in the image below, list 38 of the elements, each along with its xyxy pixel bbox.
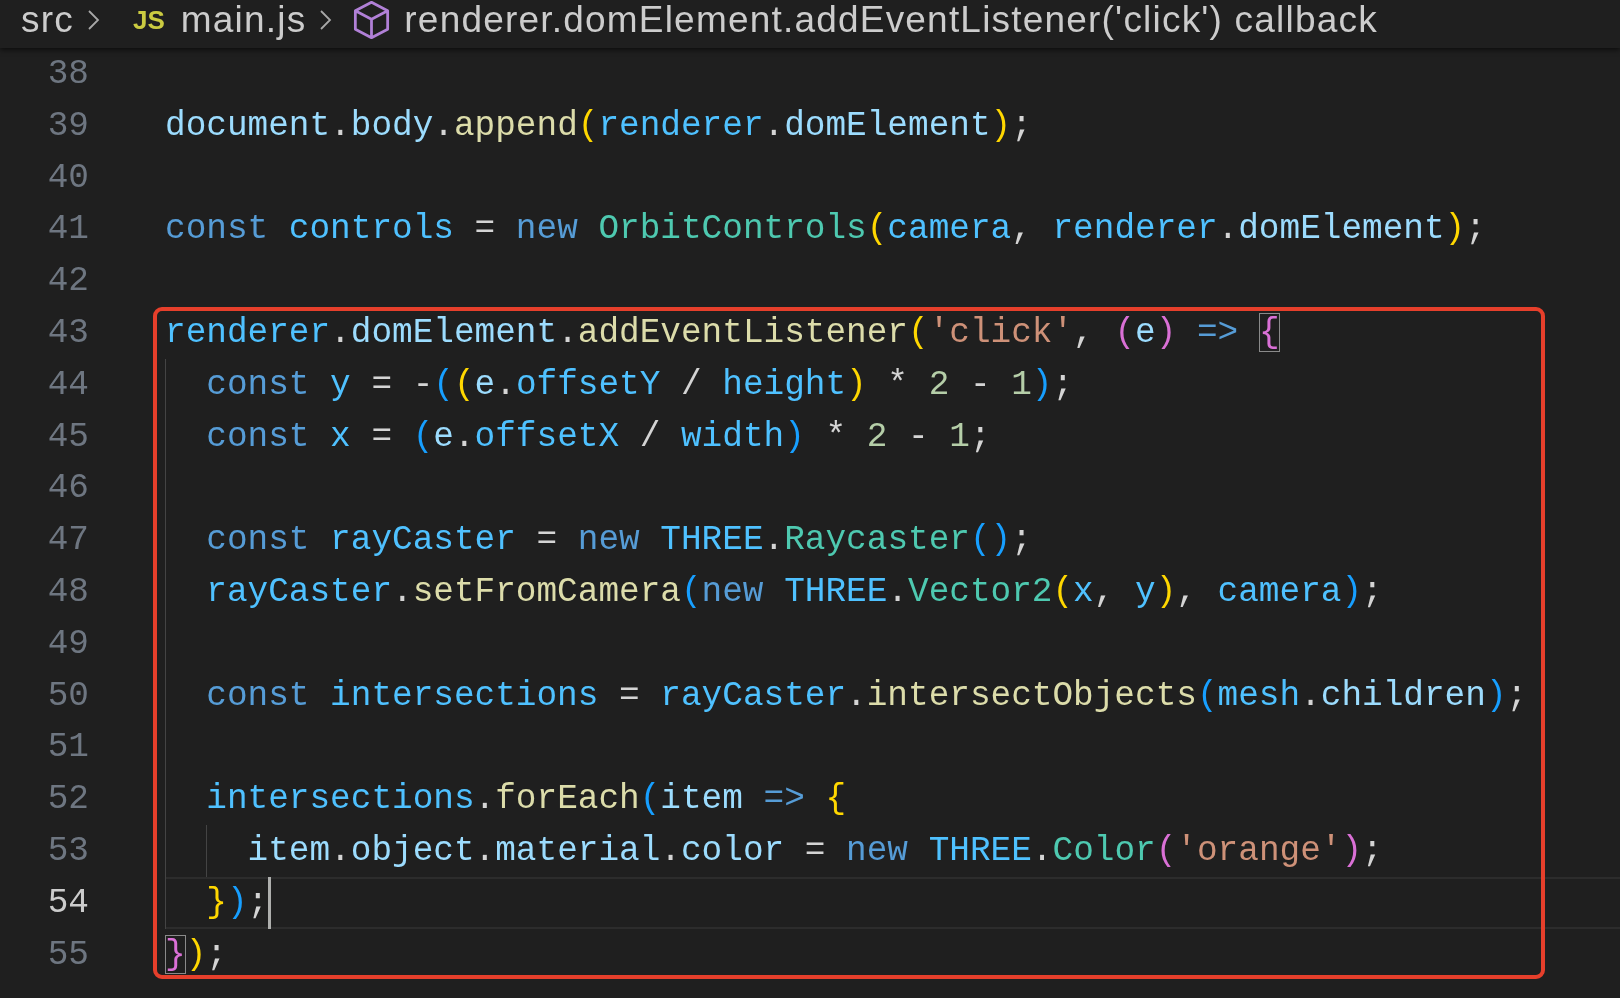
line-number: 55 [46, 933, 89, 976]
code-line: intersections.forEach(item => { [205, 779, 847, 819]
code-line: rayCaster.setFromCamera(new THREE.Vector2(x, y), camera); [205, 571, 1383, 611]
code-line: const y = -((e.offsetY / height) * 2 - 1); [205, 364, 1074, 404]
code-line: const intersections = rayCaster.intersectObjects(mesh.children); [205, 675, 1528, 715]
line-number: 51 [46, 726, 89, 769]
code-line: const rayCaster = new THREE.Raycaster(); [205, 520, 1032, 560]
line-number: 50 [46, 674, 89, 717]
line-number: 38 [46, 53, 89, 95]
line-number: 40 [46, 156, 89, 199]
line-number: 53 [46, 829, 89, 872]
line-number: 48 [46, 570, 89, 613]
text-cursor [268, 876, 272, 929]
line-number: 52 [46, 778, 89, 821]
line-number: 45 [46, 415, 89, 458]
line-number: 43 [46, 312, 89, 354]
line-number: 42 [46, 260, 89, 303]
breadcrumb-item[interactable]: main.js [180, 0, 307, 40]
code-line: }); [165, 934, 227, 974]
line-number: 41 [46, 208, 89, 251]
code-line: document.body.append(renderer.domElement); [165, 105, 1032, 145]
code-line: }); [205, 882, 269, 922]
line-number: 46 [46, 467, 89, 510]
code-line: const x = (e.offsetX / width) * 2 - 1; [205, 416, 991, 456]
line-number: 49 [46, 622, 89, 665]
file-type-icon: JS [132, 5, 165, 35]
code-line: item.object.material.color = new THREE.Color('orange'); [246, 830, 1383, 870]
cube-icon [353, 0, 391, 40]
chevron-icon [85, 8, 101, 32]
breadcrumb-item[interactable]: renderer.domElement.addEventListener('click') callback [404, 0, 1378, 40]
line-number: 54 [46, 881, 89, 924]
line-number: 44 [46, 363, 89, 406]
chevron-icon [318, 8, 334, 32]
code-line: const controls = new OrbitControls(camera, renderer.domElement); [165, 209, 1486, 249]
breadcrumb-item[interactable]: src [21, 0, 74, 40]
line-number: 39 [46, 104, 89, 147]
code-line: renderer.domElement.addEventListener('click', (e) => { [165, 313, 1280, 352]
line-number: 47 [46, 519, 89, 562]
